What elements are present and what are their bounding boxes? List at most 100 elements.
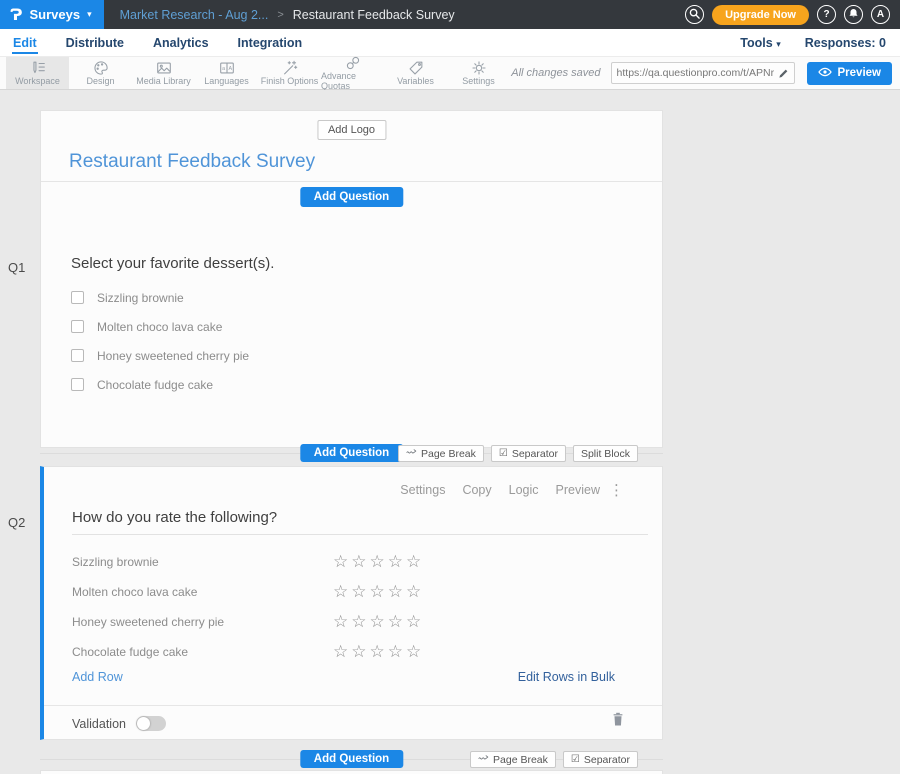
split-block-button-label: Split Block [581, 448, 630, 460]
edit-url-icon[interactable] [778, 68, 789, 79]
account-button[interactable]: A [871, 5, 890, 24]
star-rating[interactable]: ☆☆☆☆☆ [333, 554, 424, 571]
q1-code-label: Q1 [8, 260, 25, 275]
split-block-button[interactable]: Split Block [573, 445, 638, 462]
product-menu[interactable]: Ɂ Surveys ▾ [0, 0, 104, 29]
toolbar-item-design[interactable]: Design [69, 57, 132, 89]
survey-canvas: Q1 Q2 Add Logo Restaurant Feedback Surve… [0, 90, 900, 774]
q1-option-label[interactable]: Honey sweetened cherry pie [97, 349, 249, 363]
toolbar-item-finish-options[interactable]: Finish Options [258, 57, 321, 89]
toolbar-item-label: Workspace [15, 76, 60, 86]
block-tools-2: Page Break ☑Separator [470, 751, 638, 768]
q1-option-label[interactable]: Sizzling brownie [97, 291, 184, 305]
q2-row-label[interactable]: Honey sweetened cherry pie [72, 615, 333, 629]
separator-button-label: Separator [512, 448, 558, 460]
star-rating[interactable]: ☆☆☆☆☆ [333, 614, 424, 631]
notifications-button[interactable] [844, 5, 863, 24]
toolbar-item-media-library[interactable]: Media Library [132, 57, 195, 89]
q2-tool-logic[interactable]: Logic [509, 483, 539, 497]
toolbar-item-label: Media Library [136, 76, 191, 86]
toolbar-item-label: Finish Options [261, 76, 319, 86]
q2-row-label[interactable]: Molten choco lava cake [72, 585, 333, 599]
q2-tool-preview[interactable]: Preview [556, 483, 600, 497]
next-block-partial [40, 770, 663, 774]
toggle-knob [137, 717, 150, 730]
tab-integration[interactable]: Integration [237, 34, 304, 52]
page-break-button-label: Page Break [493, 754, 548, 766]
checkbox[interactable] [71, 378, 84, 391]
q1-option-row: Molten choco lava cake [71, 312, 249, 341]
separator-button[interactable]: ☑Separator [563, 751, 638, 768]
svg-text:a: a [222, 66, 225, 72]
help-icon: ? [823, 9, 829, 20]
add-question-button[interactable]: Add Question [300, 750, 403, 768]
search-button[interactable] [685, 5, 704, 24]
toolbar-item-advance-quotas[interactable]: Advance Quotas [321, 57, 384, 89]
q2-rating-row: Honey sweetened cherry pie☆☆☆☆☆ [72, 607, 648, 637]
q2-tool-settings[interactable]: Settings [400, 483, 445, 497]
add-logo-button[interactable]: Add Logo [317, 120, 386, 140]
finish-options-icon [281, 60, 299, 76]
tab-edit[interactable]: Edit [12, 34, 38, 52]
eye-icon [818, 67, 832, 80]
share-url-value: https://qa.questionpro.com/t/APNrFZgS [617, 67, 774, 79]
topbar-actions: Upgrade Now ? A [685, 0, 900, 29]
page-break-icon [478, 753, 489, 766]
page-break-icon [406, 447, 417, 460]
more-options-icon[interactable]: ⋮ [609, 481, 624, 499]
page-break-button[interactable]: Page Break [398, 445, 484, 462]
q2-tool-copy[interactable]: Copy [462, 483, 491, 497]
q1-option-label[interactable]: Molten choco lava cake [97, 320, 222, 334]
validation-toggle[interactable] [136, 716, 166, 731]
settings-icon [470, 60, 488, 76]
tab-distribute[interactable]: Distribute [65, 34, 125, 52]
add-question-button[interactable]: Add Question [300, 187, 403, 207]
toolbar-item-workspace[interactable]: Workspace [6, 57, 69, 89]
edit-rows-bulk-link[interactable]: Edit Rows in Bulk [518, 670, 615, 684]
add-question-button[interactable]: Add Question [300, 444, 403, 462]
topbar: Ɂ Surveys ▾ Market Research - Aug 2... >… [0, 0, 900, 29]
toolbar-item-languages[interactable]: aALanguages [195, 57, 258, 89]
survey-header: Add Logo Restaurant Feedback Survey [41, 111, 662, 182]
breadcrumb: Market Research - Aug 2... > Restaurant … [120, 0, 455, 29]
checkbox[interactable] [71, 349, 84, 362]
star-rating[interactable]: ☆☆☆☆☆ [333, 584, 424, 601]
checkbox[interactable] [71, 291, 84, 304]
page-break-button[interactable]: Page Break [470, 751, 556, 768]
upgrade-button[interactable]: Upgrade Now [712, 5, 809, 25]
tools-menu[interactable]: Tools ▾ [740, 36, 780, 50]
delete-question-button[interactable] [612, 712, 624, 731]
svg-text:A: A [228, 66, 232, 72]
q2-block-selected[interactable]: Settings Copy Logic Preview ⋮ How do you ra… [40, 466, 663, 740]
help-button[interactable]: ? [817, 5, 836, 24]
product-menu-label: Surveys [30, 7, 81, 22]
bell-icon [848, 8, 859, 22]
design-icon [92, 60, 110, 76]
q1-question-text[interactable]: Select your favorite dessert(s). [71, 255, 274, 272]
star-rating[interactable]: ☆☆☆☆☆ [333, 644, 424, 661]
q2-rating-row: Sizzling brownie☆☆☆☆☆ [72, 547, 648, 577]
toolbar-item-variables[interactable]: Variables [384, 57, 447, 89]
separator-button[interactable]: ☑Separator [491, 445, 566, 462]
survey-title[interactable]: Restaurant Feedback Survey [69, 151, 315, 173]
tab-analytics[interactable]: Analytics [152, 34, 210, 52]
search-icon [689, 8, 700, 22]
breadcrumb-folder[interactable]: Market Research - Aug 2... [120, 8, 269, 22]
q2-row-label[interactable]: Chocolate fudge cake [72, 645, 333, 659]
questionpro-logo-icon: Ɂ [10, 7, 23, 23]
separator-icon: ☑ [571, 754, 580, 765]
q2-rating-row: Chocolate fudge cake☆☆☆☆☆ [72, 637, 648, 667]
q2-rating-rows: Sizzling brownie☆☆☆☆☆Molten choco lava c… [72, 547, 648, 667]
responses-count[interactable]: Responses: 0 [805, 36, 886, 50]
q2-question-text[interactable]: How do you rate the following? [72, 509, 277, 526]
q1-option-label[interactable]: Chocolate fudge cake [97, 378, 213, 392]
share-url-field[interactable]: https://qa.questionpro.com/t/APNrFZgS [611, 62, 795, 84]
add-row-link[interactable]: Add Row [72, 670, 123, 684]
toolbar-item-settings[interactable]: Settings [447, 57, 510, 89]
checkbox[interactable] [71, 320, 84, 333]
q2-toolbar: Settings Copy Logic Preview [400, 483, 600, 497]
validation-label: Validation [72, 717, 126, 731]
preview-button[interactable]: Preview [807, 62, 892, 85]
q2-row-label[interactable]: Sizzling brownie [72, 555, 333, 569]
trash-icon [612, 713, 624, 730]
